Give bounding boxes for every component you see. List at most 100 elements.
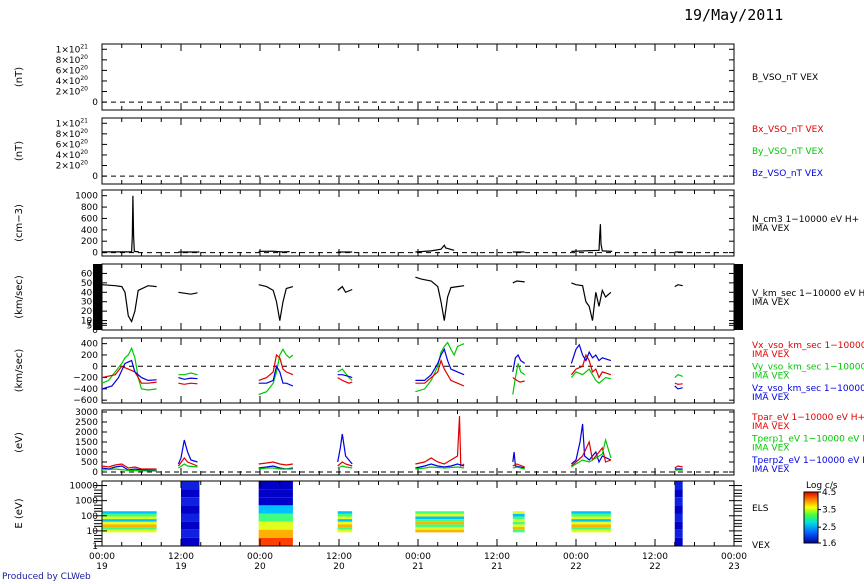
spectrogram-cell — [571, 511, 611, 514]
series-line — [571, 224, 613, 252]
y-tick-label: 1000 — [75, 192, 98, 202]
spectrogram-cell — [674, 521, 683, 530]
spectrogram-cell — [337, 524, 353, 528]
spectrogram-cell — [674, 529, 683, 538]
x-tick-time-label: 00:00 — [89, 552, 115, 562]
series-line — [337, 461, 353, 467]
y-axis-label: (km/sec) — [14, 349, 25, 393]
series-line — [258, 284, 294, 321]
spectrogram-cell — [415, 511, 465, 514]
series-line — [570, 343, 612, 364]
spectrogram-cell — [337, 527, 353, 530]
left-edge-bar — [93, 264, 102, 330]
spectrogram-cell — [337, 521, 353, 525]
series-line — [415, 358, 465, 387]
y-tick-label: 2000 — [75, 428, 98, 438]
y-tick-exponent: 20 — [80, 86, 88, 93]
series-line — [258, 467, 293, 470]
colorbar — [803, 491, 819, 544]
spectrogram-cell — [102, 527, 157, 530]
panel-frame — [101, 337, 735, 404]
spectrogram-cell — [674, 489, 683, 498]
spectrogram-cell — [674, 481, 683, 490]
spectrogram-cell — [512, 513, 525, 517]
spectrogram-cell — [181, 521, 200, 530]
spectrogram-cell — [181, 497, 200, 506]
spectrogram-cell — [415, 524, 465, 528]
spectrogram-cell — [415, 527, 465, 530]
series-line — [415, 276, 465, 321]
spectrogram-cell — [571, 519, 611, 522]
series-line — [337, 433, 353, 465]
y-tick-label: 2×1020 — [56, 86, 89, 98]
spectrogram-cell — [674, 505, 683, 514]
panel-label: By_VSO_nT VEX — [752, 147, 824, 157]
series-line — [512, 353, 526, 373]
spectrogram-cell — [512, 524, 525, 528]
panel-label: IMA VEX — [752, 298, 789, 308]
series-line — [258, 250, 290, 253]
panel-frame — [101, 263, 735, 331]
spectrogram-cell — [337, 519, 353, 522]
series-line — [674, 385, 683, 390]
series-line — [674, 382, 683, 385]
spectrogram-cell — [512, 521, 525, 525]
spectrogram-cell — [337, 513, 353, 517]
series-line — [337, 465, 353, 469]
spectrogram-cell — [181, 537, 200, 546]
panel-label: IMA VEX — [752, 350, 789, 360]
y-tick-exponent: 20 — [80, 128, 88, 135]
y-tick-exponent: 21 — [80, 117, 88, 124]
x-tick-day-label: 23 — [728, 562, 739, 572]
x-tick-day-label: 19 — [175, 562, 187, 572]
x-tick-day-label: 22 — [649, 562, 660, 572]
series-line — [178, 377, 198, 380]
spectrogram-cell — [415, 516, 465, 520]
spectrogram-cell — [415, 529, 465, 533]
panel-frame — [101, 117, 735, 185]
y-tick-label: 1000 — [75, 448, 98, 458]
y-tick-label: −600 — [73, 396, 98, 406]
x-tick-day-label: 19 — [96, 562, 108, 572]
x-tick-day-label: 20 — [333, 562, 345, 572]
spectrogram-cell — [337, 511, 353, 514]
y-tick-label: 500 — [81, 458, 98, 468]
y-tick-label: 2500 — [75, 418, 98, 428]
y-tick-label: 0 — [92, 172, 98, 182]
spectrogram-cell — [102, 516, 157, 520]
y-tick-exponent: 20 — [80, 54, 88, 61]
spectrogram-cell — [415, 519, 465, 522]
series-line — [337, 285, 353, 294]
y-axis-label: E (eV) — [14, 498, 25, 528]
spectrogram-cell — [258, 497, 293, 506]
y-axis-label: (cm−3) — [14, 204, 25, 242]
y-tick-label: 0 — [92, 468, 98, 478]
series-line — [674, 374, 683, 379]
x-tick-day-label: 21 — [491, 562, 502, 572]
spectrogram-cell — [337, 529, 353, 533]
spectrogram-cell — [258, 489, 293, 498]
x-tick-time-label: 00:00 — [721, 552, 747, 562]
colorbar-tick-label: 3.5 — [822, 506, 836, 516]
spectrogram-cell — [415, 521, 465, 525]
spectrogram-cell — [674, 513, 683, 522]
x-tick-time-label: 12:00 — [168, 552, 194, 562]
stacked-time-series-plot: 1×10218×10206×10204×10202×10200(nT) B_VSO… — [14, 43, 864, 572]
x-tick-time-label: 12:00 — [642, 552, 668, 562]
panel-label: Bx_VSO_nT VEX — [752, 125, 824, 135]
spectrogram-cell — [571, 527, 611, 530]
spectrogram-cell — [512, 519, 525, 522]
y-tick-label: 800 — [81, 203, 98, 213]
footer-credit: Produced by CLWeb — [2, 572, 91, 582]
y-tick-label: 0 — [92, 362, 98, 372]
x-tick-day-label: 20 — [254, 562, 266, 572]
series-line — [415, 466, 465, 470]
panel-label: IMA VEX — [752, 372, 789, 382]
x-tick-day-label: 21 — [412, 562, 423, 572]
panel-label: IMA VEX — [752, 465, 789, 475]
colorbar-tick-label: 1.6 — [822, 539, 837, 549]
spectrogram-cell — [571, 524, 611, 528]
spectrogram-cell — [102, 524, 157, 528]
y-axis-label: (nT) — [14, 67, 25, 87]
y-axis-label: (eV) — [14, 432, 25, 453]
